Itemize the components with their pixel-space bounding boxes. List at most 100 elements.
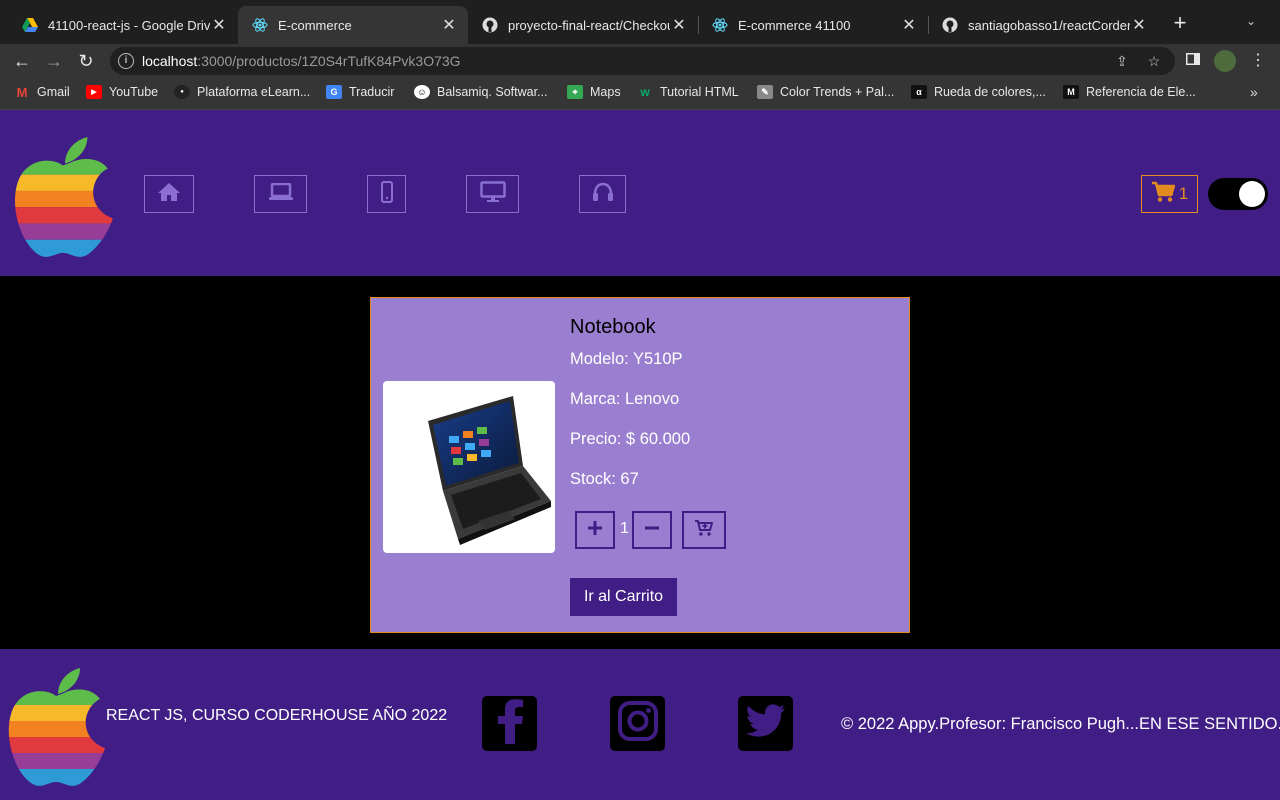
facebook-icon [495,698,525,749]
side-panel-icon[interactable] [1181,49,1205,73]
address-bar[interactable]: i localhost:3000/productos/1Z0S4rTufK84P… [110,47,1175,75]
bookmark-maps[interactable]: ⌖ Maps [567,85,621,99]
tab-label: santiagobasso1/reactCorderH [968,17,1130,33]
tab-github-checkout[interactable]: proyecto-final-react/Checkout ✕ [468,6,698,44]
more-bookmarks-chevron-icon[interactable]: » [1250,84,1258,100]
instagram-link[interactable] [610,696,665,751]
github-icon [482,17,498,33]
nav-monitors-button[interactable] [466,175,519,213]
github-icon [942,17,958,33]
bookmark-traducir[interactable]: G Traducir [326,85,394,99]
bookmark-gmail[interactable]: M Gmail [14,84,70,100]
tab-separator [928,16,929,34]
profile-avatar[interactable] [1214,50,1236,72]
new-tab-button[interactable]: + [1168,12,1192,36]
tab-label: 41100-react-js - Google Drive [48,17,210,33]
browser-tab-bar: 41100-react-js - Google Drive ✕ E-commer… [0,0,1280,44]
shopping-cart-icon [1151,181,1176,208]
increase-quantity-button[interactable] [575,511,615,549]
coderhouse-icon: ● [174,85,190,99]
facebook-link[interactable] [482,696,537,751]
product-image [383,381,555,553]
bookmark-color-trends[interactable]: ✎ Color Trends + Pal... [757,85,894,99]
cart-plus-icon [694,519,714,542]
dark-mode-toggle[interactable] [1208,178,1268,210]
bookmark-label: Plataforma eLearn... [197,85,311,99]
back-arrow-icon[interactable]: ← [10,49,34,73]
gmail-icon: M [16,84,28,100]
google-drive-icon [22,17,38,33]
instagram-icon [617,700,659,747]
bookmark-star-icon[interactable]: ☆ [1144,51,1164,71]
tab-close-icon[interactable]: ✕ [670,15,688,35]
toggle-knob [1239,181,1265,207]
product-stock: Stock: 67 [570,470,639,488]
share-icon[interactable]: ⇪ [1112,51,1132,71]
bookmark-youtube[interactable]: ▶ YouTube [86,85,158,99]
color-wheel-icon: α [911,85,927,99]
go-to-cart-button[interactable]: Ir al Carrito [570,578,677,616]
w3schools-icon: w [640,85,650,99]
bookmarks-bar: M Gmail ▶ YouTube ● Plataforma eLearn... GT… [0,78,1280,110]
reload-icon[interactable]: ↻ [74,49,98,73]
tab-close-icon[interactable]: ✕ [440,15,458,35]
decrease-quantity-button[interactable] [632,511,672,549]
plus-icon [587,520,603,541]
url-text[interactable]: localhost:3000/productos/1Z0S4rTufK84Pvk… [142,53,461,69]
bookmark-label: Traducir [349,85,395,99]
twitter-link[interactable] [738,696,793,751]
add-to-cart-button[interactable] [682,511,726,549]
tab-label: E-commerce [278,17,352,33]
tab-search-chevron-icon[interactable]: ⌄ [1246,14,1256,28]
maps-icon: ⌖ [567,85,583,99]
bookmark-label: Balsamiq. Softwar... [437,85,548,99]
product-detail-card: Notebook Modelo: Y510P Marca: Lenovo Pre… [370,297,910,633]
bookmark-plataforma[interactable]: ● Plataforma eLearn... [174,85,310,99]
phone-icon [380,180,393,208]
tab-e-commerce-41100[interactable]: E-commerce 41100 ✕ [698,6,928,44]
tab-label: E-commerce 41100 [738,17,851,33]
cart-count: 1 [1178,184,1189,203]
product-title: Notebook [570,316,656,338]
tab-close-icon[interactable]: ✕ [210,15,228,35]
bookmark-label: Color Trends + Pal... [780,85,895,99]
forward-arrow-icon[interactable]: → [42,49,66,73]
youtube-icon: ▶ [86,85,102,99]
coolors-icon: ✎ [757,85,773,99]
tab-close-icon[interactable]: ✕ [900,15,918,35]
bookmark-label: Rueda de colores,... [934,85,1046,99]
bookmark-label: Maps [590,85,621,99]
quantity-value: 1 [620,520,629,537]
bookmark-rueda-colores[interactable]: α Rueda de colores,... [911,85,1046,99]
cart-widget-button[interactable]: 1 [1141,175,1198,213]
url-host: localhost [142,53,198,69]
tab-e-commerce[interactable]: E-commerce ✕ [238,6,468,44]
twitter-icon [745,704,786,743]
minus-icon [644,520,660,541]
tab-label: proyecto-final-react/Checkout [508,17,670,33]
bookmark-label: Tutorial HTML [660,85,739,99]
translate-icon: G [326,85,342,99]
tab-google-drive[interactable]: 41100-react-js - Google Drive ✕ [8,6,238,44]
site-footer: REACT JS, CURSO CODERHOUSE AÑO 2022 © 20… [0,649,1280,800]
nav-phones-button[interactable] [367,175,406,213]
balsamiq-icon: ☺ [414,85,430,99]
product-model: Modelo: Y510P [570,350,683,368]
site-info-icon[interactable]: i [118,53,134,69]
rainbow-apple-logo[interactable] [12,135,114,262]
nav-headphones-button[interactable] [579,175,626,213]
bookmark-label: YouTube [109,85,159,99]
react-icon [252,17,268,33]
nav-home-button[interactable] [144,175,194,213]
rainbow-apple-logo [6,664,106,793]
tab-close-icon[interactable]: ✕ [1130,15,1148,35]
bookmark-tutorial-html[interactable]: w Tutorial HTML [637,85,739,99]
product-brand: Marca: Lenovo [570,390,680,408]
bookmark-balsamiq[interactable]: ☺ Balsamiq. Softwar... [414,85,547,99]
nav-laptops-button[interactable] [254,175,307,213]
kebab-menu-icon[interactable]: ⋮ [1246,49,1270,73]
bookmark-referencia[interactable]: M Referencia de Ele... [1063,85,1196,99]
tab-github-santiagobasso1[interactable]: santiagobasso1/reactCorderH ✕ [928,6,1158,44]
bookmark-label: Gmail [37,85,70,99]
home-icon [157,182,181,207]
